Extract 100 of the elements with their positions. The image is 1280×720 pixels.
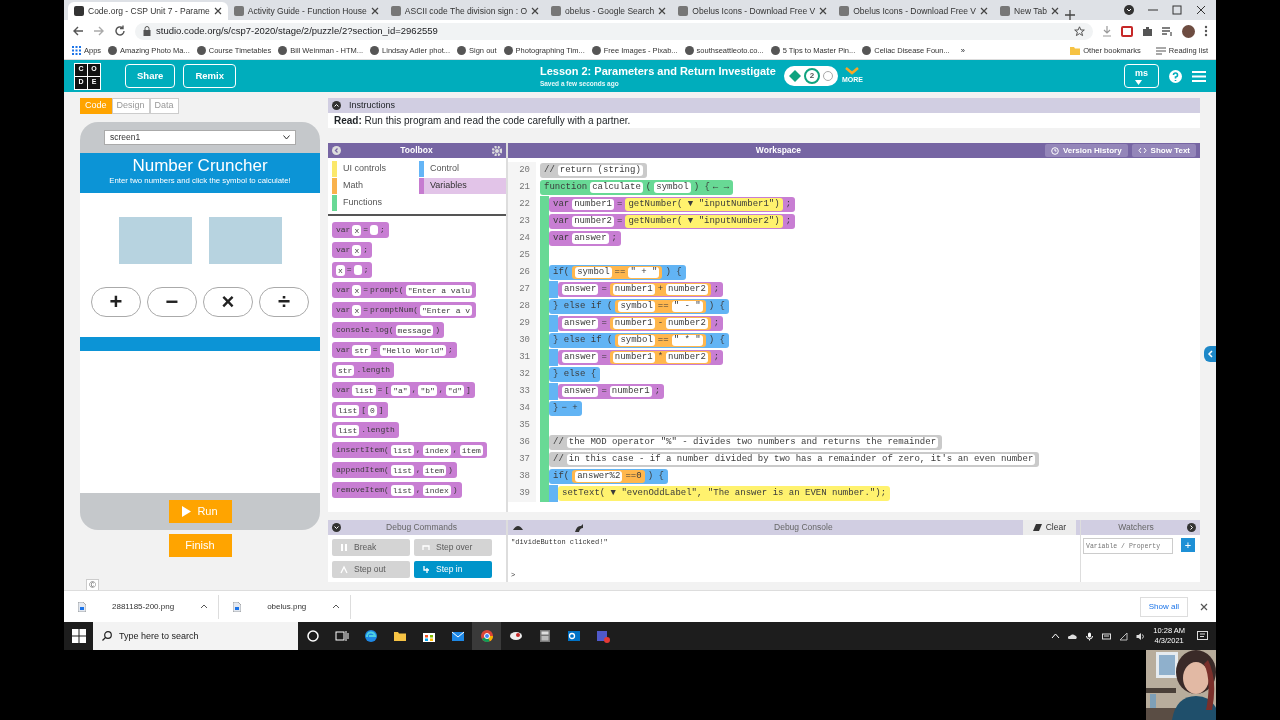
calculator-icon[interactable] <box>537 629 552 643</box>
call-block[interactable]: getNumber( ▼ "inputNumber2") <box>625 215 783 228</box>
code-block[interactable]: answer = number1 * number2 ; <box>558 350 724 365</box>
show-all-button[interactable]: Show all <box>1139 596 1188 617</box>
code-slot[interactable]: list <box>390 444 414 456</box>
code-block[interactable]: } else if ( symbol == " - " ) { <box>549 299 729 314</box>
browser-tab[interactable]: obelus - Google Search <box>545 2 673 20</box>
toolbox-block[interactable]: removeItem( list , index ) <box>332 482 462 498</box>
collapse-icon[interactable] <box>332 101 341 110</box>
code-slot[interactable]: "a" <box>391 384 410 396</box>
code-slot[interactable]: list <box>336 424 360 436</box>
code-slot[interactable]: the MOD operator "%" - divides two numbers and returns the remainder <box>566 437 939 448</box>
code-slot[interactable]: list <box>336 404 360 416</box>
code-slot[interactable]: calculate <box>590 182 643 193</box>
mail-icon[interactable] <box>450 629 465 643</box>
code-slot[interactable]: list <box>390 484 414 496</box>
code-slot[interactable]: x <box>352 284 362 296</box>
notification-icon[interactable] <box>1197 630 1208 642</box>
empty-slot[interactable] <box>353 265 362 275</box>
close-icon[interactable] <box>370 7 379 15</box>
caret-up-icon[interactable] <box>200 604 209 609</box>
code-slot[interactable]: number1 <box>572 199 614 210</box>
maximize-icon[interactable] <box>1172 5 1182 15</box>
expression-block[interactable]: number1 - number2 <box>609 317 711 330</box>
collapse-icon[interactable] <box>332 523 341 532</box>
operator-button[interactable]: + <box>91 287 141 317</box>
toolbox-block[interactable]: var str = "Hello World" ; <box>332 342 457 358</box>
caret-up-icon[interactable] <box>332 604 341 609</box>
code-block[interactable]: answer = number1 ; <box>558 384 665 399</box>
outlook-icon[interactable] <box>566 629 581 643</box>
code-slot[interactable]: index <box>422 484 451 496</box>
toolbox-block[interactable]: list .length <box>332 422 399 438</box>
code-slot[interactable]: str <box>336 364 355 376</box>
level-bubble[interactable]: 2 <box>803 68 820 84</box>
toolbox-block[interactable]: x = ; <box>332 262 373 278</box>
toolbox-block[interactable]: insertItem( list , index , item <box>332 442 487 458</box>
code-slot[interactable]: answer <box>562 284 599 295</box>
toolbox-category[interactable]: Control <box>419 161 506 177</box>
new-tab-icon[interactable] <box>1064 10 1075 20</box>
code-block[interactable]: } − + <box>549 401 582 416</box>
chevron-up-icon[interactable] <box>1051 631 1061 641</box>
code-slot[interactable]: list <box>390 464 414 476</box>
code-slot[interactable]: symbol <box>618 301 655 312</box>
code-block[interactable]: if( symbol == " + " ) { <box>549 265 686 280</box>
code-slot[interactable]: " + " <box>628 267 660 278</box>
cortana-icon[interactable] <box>305 629 320 643</box>
network-icon[interactable] <box>1102 631 1112 641</box>
toolbox-category[interactable]: Variables <box>419 178 506 194</box>
code-block[interactable]: answer = number1 + number2 ; <box>558 282 724 297</box>
code-block[interactable]: answer = number1 - number2 ; <box>558 316 724 331</box>
toolbox-block[interactable]: var x = ; <box>332 222 389 238</box>
code-slot[interactable]: str <box>352 344 371 356</box>
toolbox-block[interactable]: str .length <box>332 362 394 378</box>
code-slot[interactable]: x <box>336 264 345 276</box>
level-diamond-icon[interactable] <box>788 70 801 82</box>
expression-block[interactable]: number1 + number2 <box>609 283 711 296</box>
code-slot[interactable]: number1 <box>612 318 655 329</box>
extension-icon[interactable] <box>1121 25 1133 37</box>
close-icon[interactable] <box>1200 602 1208 611</box>
code-slot[interactable]: "Enter a valu <box>405 284 473 296</box>
toolbox-category[interactable]: UI controls <box>332 161 419 177</box>
call-block[interactable]: getNumber( ▼ "inputNumber1") <box>625 198 783 211</box>
code-slot[interactable]: answer%2 <box>575 471 623 482</box>
code-slot[interactable]: number1 <box>609 386 652 397</box>
folder-icon[interactable] <box>392 629 407 643</box>
expression-block[interactable]: symbol == " + " <box>572 266 663 279</box>
wifi-icon[interactable] <box>1119 631 1129 641</box>
reload-icon[interactable] <box>114 25 126 37</box>
toolbox-block[interactable]: console.log( message ) <box>332 322 445 338</box>
close-icon[interactable] <box>1050 7 1059 15</box>
download-item[interactable]: obelus.png <box>219 594 352 619</box>
code-slot[interactable]: number2 <box>572 216 614 227</box>
comment-block[interactable]: // return (string) <box>540 163 647 178</box>
download-item[interactable]: 2881185-200.png <box>64 594 220 619</box>
code-slot[interactable]: answer <box>562 352 599 363</box>
toolbox-block[interactable]: appendItem( list , item ) <box>332 462 457 478</box>
number-input[interactable] <box>118 217 192 264</box>
avatar-icon[interactable] <box>1182 24 1195 38</box>
teams-icon[interactable] <box>595 629 610 643</box>
toolbox-block[interactable]: list [ 0 ] <box>332 402 388 418</box>
toolbox-category[interactable]: Math <box>332 178 419 194</box>
code-slot[interactable]: " * " <box>671 335 703 346</box>
settings-icon[interactable] <box>492 145 502 156</box>
code-slot[interactable]: number2 <box>666 284 708 295</box>
code-block[interactable]: var answer ; <box>549 231 621 246</box>
toolbox-block[interactable]: var list = [ "a" , "b" , "d" ] <box>332 382 475 398</box>
code-block[interactable]: if( answer%2 ==0 ) { <box>549 469 668 484</box>
code-slot[interactable]: x <box>352 224 362 236</box>
puzzle-icon[interactable] <box>1142 25 1153 37</box>
operator-button[interactable]: × <box>203 287 253 317</box>
close-icon[interactable] <box>658 7 667 15</box>
close-icon[interactable] <box>819 7 828 15</box>
code-slot[interactable]: item <box>422 464 447 476</box>
code-slot[interactable]: number1 <box>612 284 655 295</box>
rabbit-icon[interactable] <box>574 523 584 532</box>
back-icon[interactable] <box>72 25 84 37</box>
expression-block[interactable]: number1 * number2 <box>609 351 711 364</box>
code-block[interactable]: } else { <box>549 367 601 382</box>
help-icon[interactable] <box>1169 69 1182 83</box>
close-icon[interactable] <box>1196 5 1206 15</box>
